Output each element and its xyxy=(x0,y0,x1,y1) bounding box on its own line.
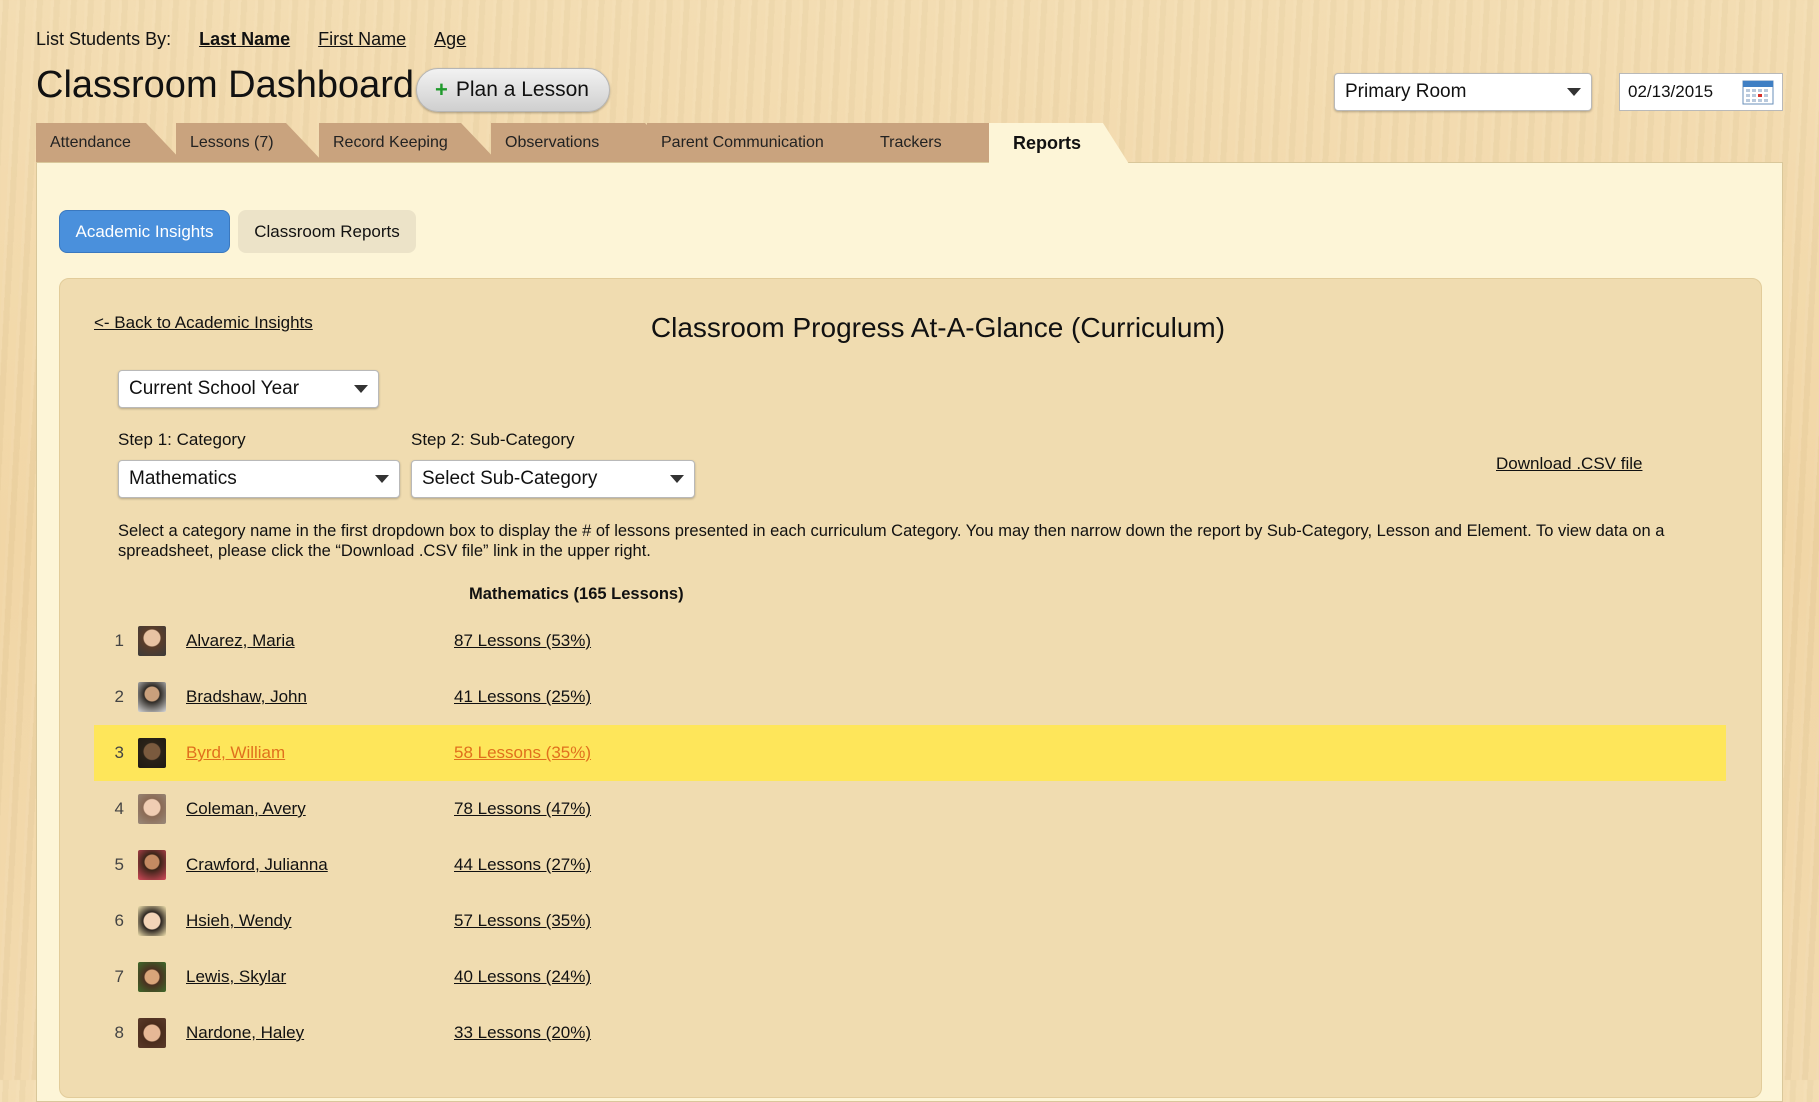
date-field[interactable]: 02/13/2015 xyxy=(1619,73,1783,111)
avatar xyxy=(138,626,166,656)
room-select[interactable]: Primary Room xyxy=(1334,73,1592,111)
student-lessons-link[interactable]: 57 Lessons (35%) xyxy=(454,911,591,931)
subcategory-select[interactable]: Select Sub-Category xyxy=(411,460,695,498)
sort-last-name-link[interactable]: Last Name xyxy=(199,29,290,50)
student-row-selected: 3 Byrd, William 58 Lessons (35%) xyxy=(94,725,1726,781)
help-text: Select a category name in the first drop… xyxy=(118,522,1665,560)
student-lessons-link[interactable]: 40 Lessons (24%) xyxy=(454,967,591,987)
plus-icon: + xyxy=(435,77,448,102)
plan-lesson-label: Plan a Lesson xyxy=(455,78,589,101)
chevron-down-icon xyxy=(1567,88,1581,96)
student-name-link[interactable]: Bradshaw, John xyxy=(186,687,454,707)
sort-bar: List Students By: Last Name First Name A… xyxy=(36,29,466,50)
student-lessons-link[interactable]: 78 Lessons (47%) xyxy=(454,799,591,819)
lessons-column-header: Mathematics (165 Lessons) xyxy=(469,585,684,603)
chevron-down-icon xyxy=(375,475,389,483)
tab-attendance[interactable]: Attendance xyxy=(36,123,184,163)
student-row: 8 Nardone, Haley 33 Lessons (20%) xyxy=(94,1005,1726,1061)
student-name-link[interactable]: Lewis, Skylar xyxy=(186,967,454,987)
student-lessons-link[interactable]: 41 Lessons (25%) xyxy=(454,687,591,707)
school-year-value: Current School Year xyxy=(129,378,300,399)
student-row: 4 Coleman, Avery 78 Lessons (47%) xyxy=(94,781,1726,837)
sort-first-name-link[interactable]: First Name xyxy=(318,29,406,50)
sort-age-link[interactable]: Age xyxy=(434,29,466,50)
student-name-link[interactable]: Coleman, Avery xyxy=(186,799,454,819)
date-value: 02/13/2015 xyxy=(1628,82,1714,101)
student-lessons-link[interactable]: 87 Lessons (53%) xyxy=(454,631,591,651)
category-label: Step 1: Category xyxy=(118,430,246,449)
avatar xyxy=(138,794,166,824)
student-row: 5 Crawford, Julianna 44 Lessons (27%) xyxy=(94,837,1726,893)
row-number: 6 xyxy=(114,911,124,930)
row-number: 5 xyxy=(114,855,124,874)
student-row: 2 Bradshaw, John 41 Lessons (25%) xyxy=(94,669,1726,725)
calendar-icon[interactable] xyxy=(1742,79,1774,105)
category-select[interactable]: Mathematics xyxy=(118,460,400,498)
avatar xyxy=(138,962,166,992)
student-row: 6 Hsieh, Wendy 57 Lessons (35%) xyxy=(94,893,1726,949)
chevron-down-icon xyxy=(670,475,684,483)
student-name-link[interactable]: Alvarez, Maria xyxy=(186,631,454,651)
page-title: Classroom Dashboard xyxy=(36,64,415,106)
student-lessons-link[interactable]: 44 Lessons (27%) xyxy=(454,855,591,875)
student-list: 1 Alvarez, Maria 87 Lessons (53%) 2 Brad… xyxy=(94,613,1726,1061)
subcategory-value: Select Sub-Category xyxy=(422,468,598,489)
sort-label: List Students By: xyxy=(36,29,172,49)
student-name-link[interactable]: Hsieh, Wendy xyxy=(186,911,454,931)
chevron-down-icon xyxy=(354,385,368,393)
student-lessons-link[interactable]: 58 Lessons (35%) xyxy=(454,743,591,763)
row-number: 3 xyxy=(114,743,124,762)
category-value: Mathematics xyxy=(129,468,237,489)
tab-record-keeping[interactable]: Record Keeping xyxy=(319,123,499,163)
student-name-link[interactable]: Byrd, William xyxy=(186,743,454,763)
row-number: 4 xyxy=(114,799,124,818)
avatar xyxy=(138,682,166,712)
student-row: 7 Lewis, Skylar 40 Lessons (24%) xyxy=(94,949,1726,1005)
student-lessons-link[interactable]: 33 Lessons (20%) xyxy=(454,1023,591,1043)
student-name-link[interactable]: Nardone, Haley xyxy=(186,1023,454,1043)
avatar xyxy=(138,1018,166,1048)
download-csv-link[interactable]: Download .CSV file xyxy=(1496,454,1642,474)
subtab-academic-insights[interactable]: Academic Insights xyxy=(59,210,230,253)
subcategory-label: Step 2: Sub-Category xyxy=(411,430,575,449)
main-tabs: Attendance Lessons (7) Record Keeping Ob… xyxy=(36,123,1136,163)
row-number: 1 xyxy=(114,631,124,650)
avatar xyxy=(138,738,166,768)
subtab-classroom-reports[interactable]: Classroom Reports xyxy=(238,210,416,253)
plan-lesson-button[interactable]: + Plan a Lesson xyxy=(416,68,610,112)
report-title: Classroom Progress At-A-Glance (Curricul… xyxy=(650,312,1226,343)
row-number: 7 xyxy=(114,967,124,986)
avatar xyxy=(138,906,166,936)
student-name-link[interactable]: Crawford, Julianna xyxy=(186,855,454,875)
tab-lessons[interactable]: Lessons (7) xyxy=(176,123,324,163)
avatar xyxy=(138,850,166,880)
row-number: 8 xyxy=(114,1023,124,1042)
student-row: 1 Alvarez, Maria 87 Lessons (53%) xyxy=(94,613,1726,669)
school-year-select[interactable]: Current School Year xyxy=(118,370,379,408)
room-select-value: Primary Room xyxy=(1345,81,1467,102)
row-number: 2 xyxy=(114,687,124,706)
